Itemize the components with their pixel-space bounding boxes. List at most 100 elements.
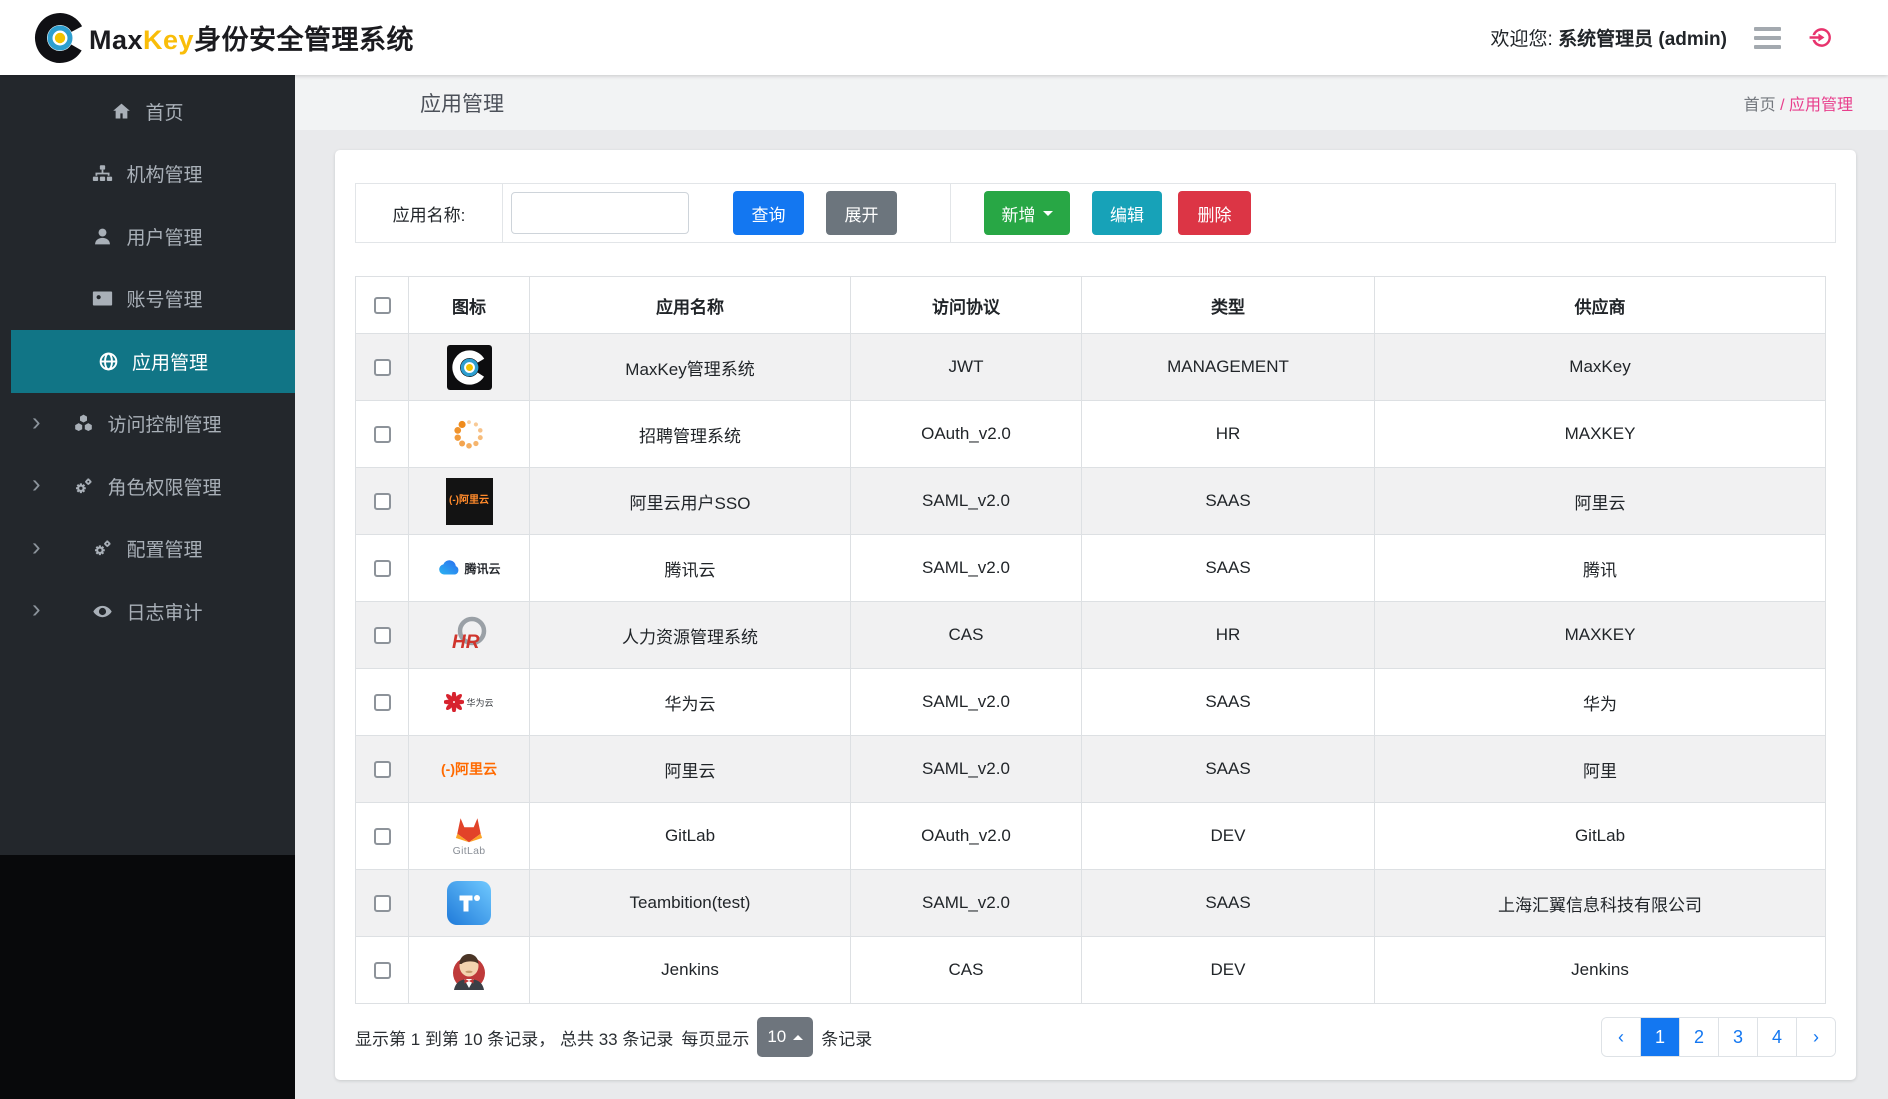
app-name-cell: 阿里云用户SSO (529, 467, 851, 535)
chevron-right-icon: › (32, 468, 41, 499)
add-button[interactable]: 新增 (984, 191, 1070, 235)
logout-icon[interactable] (1808, 25, 1833, 50)
sidebar-item-label: 应用管理 (131, 352, 208, 374)
app-name-cell: 华为云 (529, 668, 851, 736)
row-checkbox[interactable] (373, 627, 391, 645)
screen: MaxKey身份安全管理系统 欢迎您: 系统管理员 (admin) 首页机构管理… (0, 0, 1888, 1099)
table-footer: 显示第 1 到第 10 条记录， 总共 33 条记录 每页显示 10 条记录 ‹… (355, 1017, 1836, 1057)
top-header-bar: MaxKey身份安全管理系统 欢迎您: 系统管理员 (admin) (0, 0, 1888, 75)
breadcrumb-current: 应用管理 (1788, 96, 1853, 114)
table-row: (-)阿里云 阿里云 SAML_v2.0 SAAS 阿里 (355, 735, 1826, 803)
sidebar-item-config[interactable]: › 配置管理 (0, 518, 295, 581)
pagination-page-3[interactable]: 3 (1718, 1018, 1757, 1056)
apps-card: 应用名称: 查询 展开 新增 编辑 删除 图标 应用名称 访问协议 类型 供应商… (335, 150, 1856, 1080)
vendor-cell: GitLab (1374, 802, 1826, 870)
edit-button[interactable]: 编辑 (1092, 191, 1162, 235)
row-checkbox[interactable] (373, 828, 391, 846)
select-all-checkbox[interactable] (373, 297, 391, 315)
pagination-prev[interactable]: ‹ (1602, 1018, 1640, 1056)
sidebar-item-home[interactable]: 首页 (0, 80, 295, 143)
main-area: 应用管理 首页 / 应用管理 应用名称: 查询 展开 新增 编辑 删除 图标 应… (295, 75, 1888, 1099)
add-button-label: 新增 (1001, 205, 1036, 225)
protocol-cell: OAuth_v2.0 (850, 400, 1082, 468)
vendor-cell: MaxKey (1374, 333, 1826, 401)
protocol-cell: SAML_v2.0 (850, 668, 1082, 736)
vendor-cell: 上海汇翼信息科技有限公司 (1374, 869, 1826, 937)
row-checkbox[interactable] (373, 761, 391, 779)
type-cell: SAAS (1081, 869, 1375, 937)
breadcrumb-separator: / (1780, 96, 1785, 114)
sidebar-item-app[interactable]: 应用管理 (11, 330, 295, 393)
type-cell: SAAS (1081, 534, 1375, 602)
page-size-dropdown[interactable]: 10 (757, 1017, 814, 1057)
expand-button[interactable]: 展开 (826, 191, 897, 235)
sidebar-item-audit[interactable]: › 日志审计 (0, 580, 295, 643)
vendor-cell: Jenkins (1374, 936, 1826, 1004)
pagination-page-2[interactable]: 2 (1679, 1018, 1718, 1056)
app-name-cell: 招聘管理系统 (529, 400, 851, 468)
page-header: 应用管理 首页 / 应用管理 (295, 75, 1888, 130)
app-name-cell: Teambition(test) (529, 869, 851, 937)
welcome-text: 欢迎您: 系统管理员 (admin) (1490, 29, 1727, 50)
table-row: GitLab GitLab OAuth_v2.0 DEV GitLab (355, 802, 1826, 870)
protocol-cell: JWT (850, 333, 1082, 401)
protocol-cell: SAML_v2.0 (850, 735, 1082, 803)
pagination-page-4[interactable]: 4 (1757, 1018, 1796, 1056)
protocol-cell: CAS (850, 601, 1082, 669)
sidebar-item-role[interactable]: › 角色权限管理 (0, 455, 295, 518)
protocol-cell: SAML_v2.0 (850, 534, 1082, 602)
app-name-input[interactable] (511, 192, 689, 234)
table-row: Jenkins CAS DEV Jenkins (355, 936, 1826, 1004)
menu-toggle-icon[interactable] (1754, 26, 1781, 49)
row-checkbox[interactable] (373, 493, 391, 511)
type-cell: HR (1081, 601, 1375, 669)
app-title: MaxKey身份安全管理系统 (89, 25, 415, 55)
table-row: 招聘管理系统 OAuth_v2.0 HR MAXKEY (355, 400, 1826, 468)
caret-down-icon (1042, 210, 1053, 216)
app-name-label: 应用名称: (356, 184, 503, 242)
chevron-right-icon: › (32, 593, 41, 624)
breadcrumb-home[interactable]: 首页 (1744, 97, 1776, 114)
delete-button[interactable]: 删除 (1178, 191, 1251, 235)
brand[interactable]: MaxKey身份安全管理系统 (34, 12, 414, 64)
protocol-cell: OAuth_v2.0 (850, 802, 1082, 870)
table-row: Teambition(test) SAML_v2.0 SAAS 上海汇翼信息科技有限公… (355, 869, 1826, 937)
row-checkbox[interactable] (373, 694, 391, 712)
sidebar-item-org[interactable]: 机构管理 (0, 143, 295, 206)
protocol-cell: CAS (850, 936, 1082, 1004)
row-checkbox[interactable] (373, 359, 391, 377)
sidebar: 首页 机构管理 用户管理 账号管理 应用管理 › 访问控制管理 › 角色权限管理 › 配置管理 › 日志… (0, 75, 295, 1099)
user-icon (92, 226, 113, 247)
pagination-next[interactable]: › (1796, 1018, 1835, 1056)
app-name-cell: 腾讯云 (529, 534, 851, 602)
col-header-type: 类型 (1081, 276, 1375, 334)
col-header-app-name: 应用名称 (529, 276, 851, 334)
select-all-cell (355, 276, 409, 334)
col-header-vendor: 供应商 (1374, 276, 1826, 334)
jenkins-icon (410, 948, 529, 992)
row-checkbox[interactable] (373, 560, 391, 578)
row-checkbox[interactable] (373, 895, 391, 913)
sidebar-item-access[interactable]: › 访问控制管理 (0, 393, 295, 456)
sidebar-item-label: 配置管理 (126, 540, 203, 562)
sidebar-item-user[interactable]: 用户管理 (0, 205, 295, 268)
sidebar-item-label: 访问控制管理 (107, 415, 222, 437)
table-header-row: 图标 应用名称 访问协议 类型 供应商 (355, 276, 1826, 334)
query-button[interactable]: 查询 (733, 191, 804, 235)
app-name-cell: 阿里云 (529, 735, 851, 803)
vendor-cell: 腾讯 (1374, 534, 1826, 602)
vendor-cell: 阿里云 (1374, 467, 1826, 535)
app-name-cell: Jenkins (529, 936, 851, 1004)
aliyun-dark-icon: (-)阿里云 (410, 477, 529, 525)
cubes-icon (73, 413, 94, 434)
pagination-page-1[interactable]: 1 (1640, 1018, 1679, 1056)
sidebar-item-account[interactable]: 账号管理 (0, 268, 295, 331)
table-row: 华为云 华为云 SAML_v2.0 SAAS 华为 (355, 668, 1826, 736)
table-row: HR 人力资源管理系统 CAS HR MAXKEY (355, 601, 1826, 669)
sidebar-item-label: 机构管理 (126, 165, 203, 187)
vendor-cell: MAXKEY (1374, 400, 1826, 468)
row-checkbox[interactable] (373, 426, 391, 444)
teambition-icon (410, 881, 529, 925)
row-checkbox[interactable] (373, 962, 391, 980)
table-row: (-)阿里云 阿里云用户SSO SAML_v2.0 SAAS 阿里云 (355, 467, 1826, 535)
